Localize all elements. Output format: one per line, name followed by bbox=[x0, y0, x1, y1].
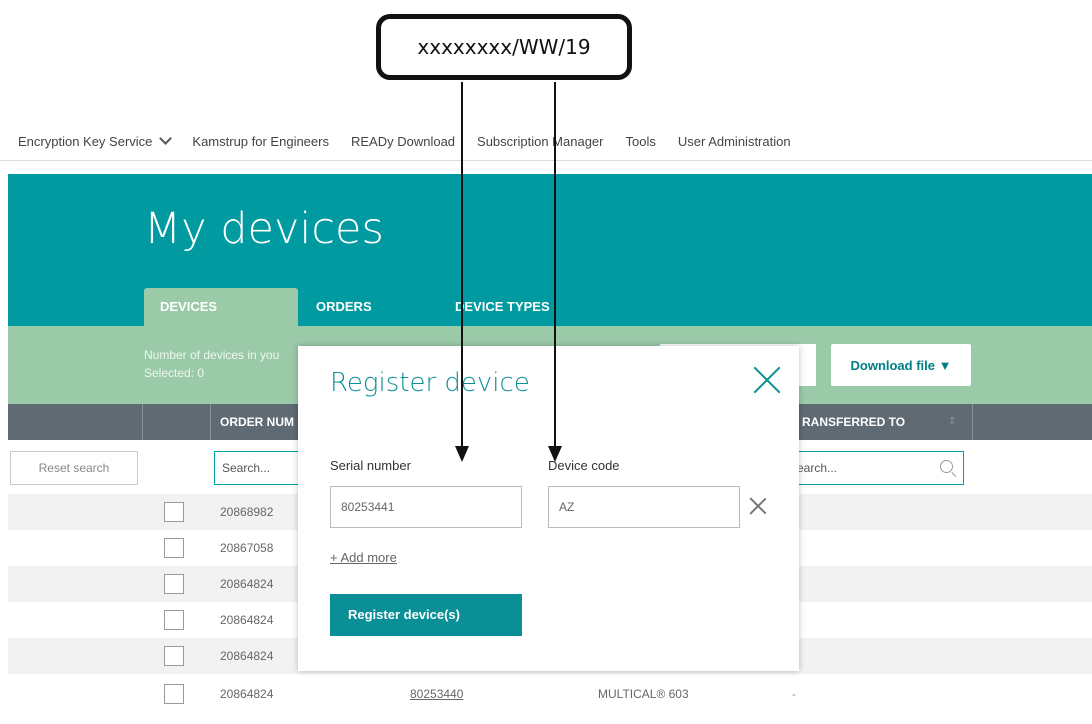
row-checkbox[interactable] bbox=[164, 574, 184, 594]
nav-tools[interactable]: Tools bbox=[626, 134, 656, 149]
row-checkbox[interactable] bbox=[164, 502, 184, 522]
top-navigation: Encryption Key Service Kamstrup for Engi… bbox=[0, 128, 1092, 154]
column-divider bbox=[210, 404, 211, 440]
serial-number-label: Serial number bbox=[330, 458, 411, 473]
order-number: 20864824 bbox=[220, 577, 274, 591]
nav-ready-download[interactable]: READy Download bbox=[351, 134, 455, 149]
nav-label: Kamstrup for Engineers bbox=[192, 133, 329, 149]
nav-encryption-key-service[interactable]: Encryption Key Service bbox=[18, 132, 173, 149]
order-number: 20864824 bbox=[220, 649, 274, 663]
callout-label: xxxxxxxx/WW/19 bbox=[376, 14, 632, 80]
device-count-text: Number of devices in you Selected: 0 bbox=[144, 346, 279, 382]
order-number: 20864824 bbox=[220, 687, 274, 701]
tab-orders[interactable]: ORDERS bbox=[316, 288, 372, 326]
tab-devices[interactable]: DEVICES bbox=[144, 288, 298, 326]
download-file-button[interactable]: Download file ▼ bbox=[831, 344, 971, 386]
register-device-modal: Register device Serial number Device cod… bbox=[298, 346, 799, 671]
selected-count: Selected: 0 bbox=[144, 366, 205, 380]
nav-label: Subscription Manager bbox=[477, 133, 604, 149]
row-checkbox[interactable] bbox=[164, 538, 184, 558]
search-placeholder: earch... bbox=[797, 461, 838, 475]
nav-divider bbox=[0, 160, 1092, 161]
nav-label: Encryption Key Service bbox=[18, 133, 153, 149]
register-devices-button[interactable]: Register device(s) bbox=[330, 594, 522, 636]
serial-number-field[interactable]: 80253441 bbox=[330, 486, 522, 528]
nav-user-administration[interactable]: User Administration bbox=[678, 134, 791, 149]
sort-icon[interactable]: ⇕ bbox=[948, 416, 956, 427]
add-more-link[interactable]: + Add more bbox=[330, 550, 397, 565]
order-number: 20864824 bbox=[220, 613, 274, 627]
row-checkbox[interactable] bbox=[164, 684, 184, 704]
modal-title: Register device bbox=[330, 368, 530, 398]
serial-number-link[interactable]: 80253440 bbox=[410, 676, 463, 712]
remove-row-icon[interactable] bbox=[750, 498, 766, 514]
order-number: 20867058 bbox=[220, 541, 274, 555]
tab-device-types[interactable]: DEVICE TYPES bbox=[455, 288, 550, 326]
hero-banner: My devices DEVICES ORDERS DEVICE TYPES bbox=[8, 174, 1092, 326]
row-checkbox[interactable] bbox=[164, 646, 184, 666]
order-number: 20868982 bbox=[220, 505, 274, 519]
reset-search-button[interactable]: Reset search bbox=[10, 451, 138, 485]
transferred-search-input[interactable]: earch... bbox=[782, 451, 964, 485]
column-transferred-to[interactable]: RANSFERRED TO bbox=[802, 404, 905, 440]
column-divider bbox=[972, 404, 973, 440]
transferred-to: - bbox=[792, 687, 796, 701]
nav-label: User Administration bbox=[677, 133, 791, 149]
table-row: 20864824 80253440 MULTICAL® 603 - bbox=[8, 676, 1092, 712]
page-title: My devices bbox=[144, 204, 384, 254]
close-icon[interactable] bbox=[753, 366, 781, 394]
chevron-down-icon bbox=[159, 132, 173, 145]
nav-label: READy Download bbox=[350, 133, 456, 149]
nav-label: Tools bbox=[625, 133, 656, 149]
order-search-input[interactable]: Search... bbox=[214, 451, 304, 485]
nav-subscription-manager[interactable]: Subscription Manager bbox=[477, 134, 603, 149]
device-code-field[interactable]: AZ bbox=[548, 486, 740, 528]
column-divider bbox=[142, 404, 143, 440]
callout-text: xxxxxxxx/WW/19 bbox=[417, 35, 591, 59]
device-code-label: Device code bbox=[548, 458, 620, 473]
device-type: MULTICAL® 603 bbox=[598, 687, 689, 701]
device-count: Number of devices in you bbox=[144, 348, 280, 362]
row-checkbox[interactable] bbox=[164, 610, 184, 630]
column-order-number[interactable]: ORDER NUM bbox=[220, 404, 294, 440]
search-icon[interactable] bbox=[940, 460, 953, 473]
nav-kamstrup-for-engineers[interactable]: Kamstrup for Engineers bbox=[192, 134, 329, 149]
